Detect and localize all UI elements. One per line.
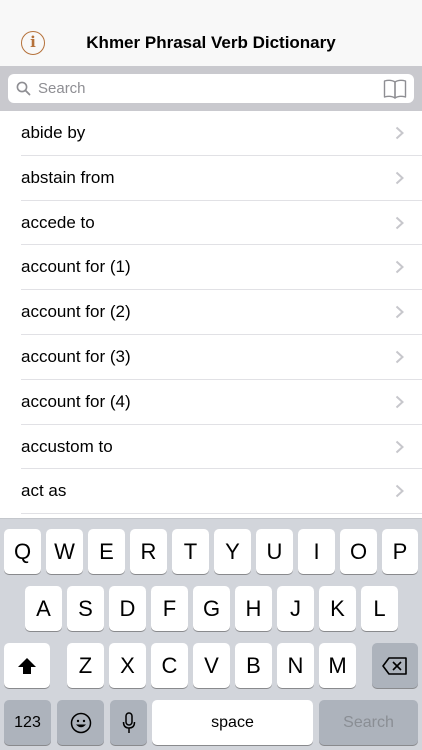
chevron-right-icon — [395, 216, 404, 229]
key-g[interactable]: G — [193, 586, 230, 631]
list-item[interactable]: accede to — [21, 201, 422, 246]
shift-icon — [18, 657, 36, 674]
key-t[interactable]: T — [172, 529, 209, 574]
list-item[interactable]: account for (3) — [21, 335, 422, 380]
chevron-right-icon — [395, 305, 404, 319]
chevron-right-icon — [395, 485, 404, 498]
list-item-label: accustom to — [21, 436, 113, 456]
chevron-right-icon — [395, 261, 404, 274]
list-item[interactable]: accustom to — [21, 425, 422, 470]
key-a[interactable]: A — [25, 586, 62, 631]
key-v[interactable]: V — [193, 643, 230, 688]
list-item[interactable]: act as — [21, 469, 422, 515]
key-n[interactable]: N — [277, 643, 314, 688]
list-item[interactable]: abide by — [21, 111, 422, 156]
key-u[interactable]: U — [256, 529, 293, 574]
search-bar — [0, 66, 422, 111]
keyboard: Q W E R T Y U I O P A S D F G H J K L Z … — [0, 518, 422, 750]
key-b[interactable]: B — [235, 643, 272, 688]
key-k[interactable]: K — [319, 586, 356, 631]
emoji-key[interactable] — [57, 700, 104, 745]
list-item[interactable]: account for (4) — [21, 380, 422, 425]
list-item-label: account for (4) — [21, 391, 131, 411]
key-m[interactable]: M — [319, 643, 356, 688]
chevron-right-icon — [395, 126, 404, 140]
key-f[interactable]: F — [151, 586, 188, 631]
key-c[interactable]: C — [151, 643, 188, 688]
list-item[interactable]: account for (2) — [21, 290, 422, 335]
key-j[interactable]: J — [277, 586, 314, 631]
list-item-label: abstain from — [21, 167, 115, 187]
key-e[interactable]: E — [88, 529, 125, 574]
key-y[interactable]: Y — [214, 529, 251, 574]
navigation-bar: i Khmer Phrasal Verb Dictionary — [0, 0, 422, 66]
delete-key[interactable] — [372, 643, 418, 688]
search-input[interactable] — [38, 74, 378, 103]
list-item-label: account for (2) — [21, 302, 131, 322]
list-item[interactable]: account for (1) — [21, 245, 422, 291]
key-o[interactable]: O — [340, 529, 377, 574]
key-d[interactable]: D — [109, 586, 146, 631]
key-s[interactable]: S — [67, 586, 104, 631]
key-l[interactable]: L — [361, 586, 398, 631]
list-item[interactable]: abstain from — [21, 156, 422, 201]
key-r[interactable]: R — [130, 529, 167, 574]
space-key[interactable]: space — [152, 700, 313, 745]
key-h[interactable]: H — [235, 586, 272, 631]
key-q[interactable]: Q — [4, 529, 41, 574]
list-item-label: abide by — [21, 123, 86, 142]
search-key[interactable]: Search — [319, 700, 418, 745]
list-item-label: account for (1) — [21, 257, 131, 277]
chevron-right-icon — [395, 350, 404, 364]
emoji-icon — [70, 712, 91, 733]
key-w[interactable]: W — [46, 529, 83, 574]
chevron-right-icon — [395, 171, 404, 185]
search-icon — [16, 81, 31, 96]
backspace-icon — [382, 656, 407, 675]
search-field[interactable] — [8, 74, 414, 103]
key-x[interactable]: X — [109, 643, 146, 688]
chevron-right-icon — [395, 395, 404, 409]
dictation-key[interactable] — [110, 700, 147, 745]
key-p[interactable]: P — [382, 529, 418, 574]
list-item-label: act as — [21, 481, 67, 501]
key-z[interactable]: Z — [67, 643, 104, 688]
list-item-label: account for (3) — [21, 346, 131, 366]
page-title: Khmer Phrasal Verb Dictionary — [86, 33, 336, 52]
chevron-right-icon — [395, 440, 404, 453]
key-i[interactable]: I — [298, 529, 335, 574]
phrasal-verb-list: abide by abstain from accede to account … — [0, 111, 422, 515]
list-item-label: accede to — [21, 212, 95, 232]
microphone-icon — [122, 711, 135, 733]
bookmarks-icon[interactable] — [383, 78, 407, 99]
shift-key[interactable] — [4, 643, 50, 688]
numbers-key[interactable]: 123 — [4, 700, 51, 745]
